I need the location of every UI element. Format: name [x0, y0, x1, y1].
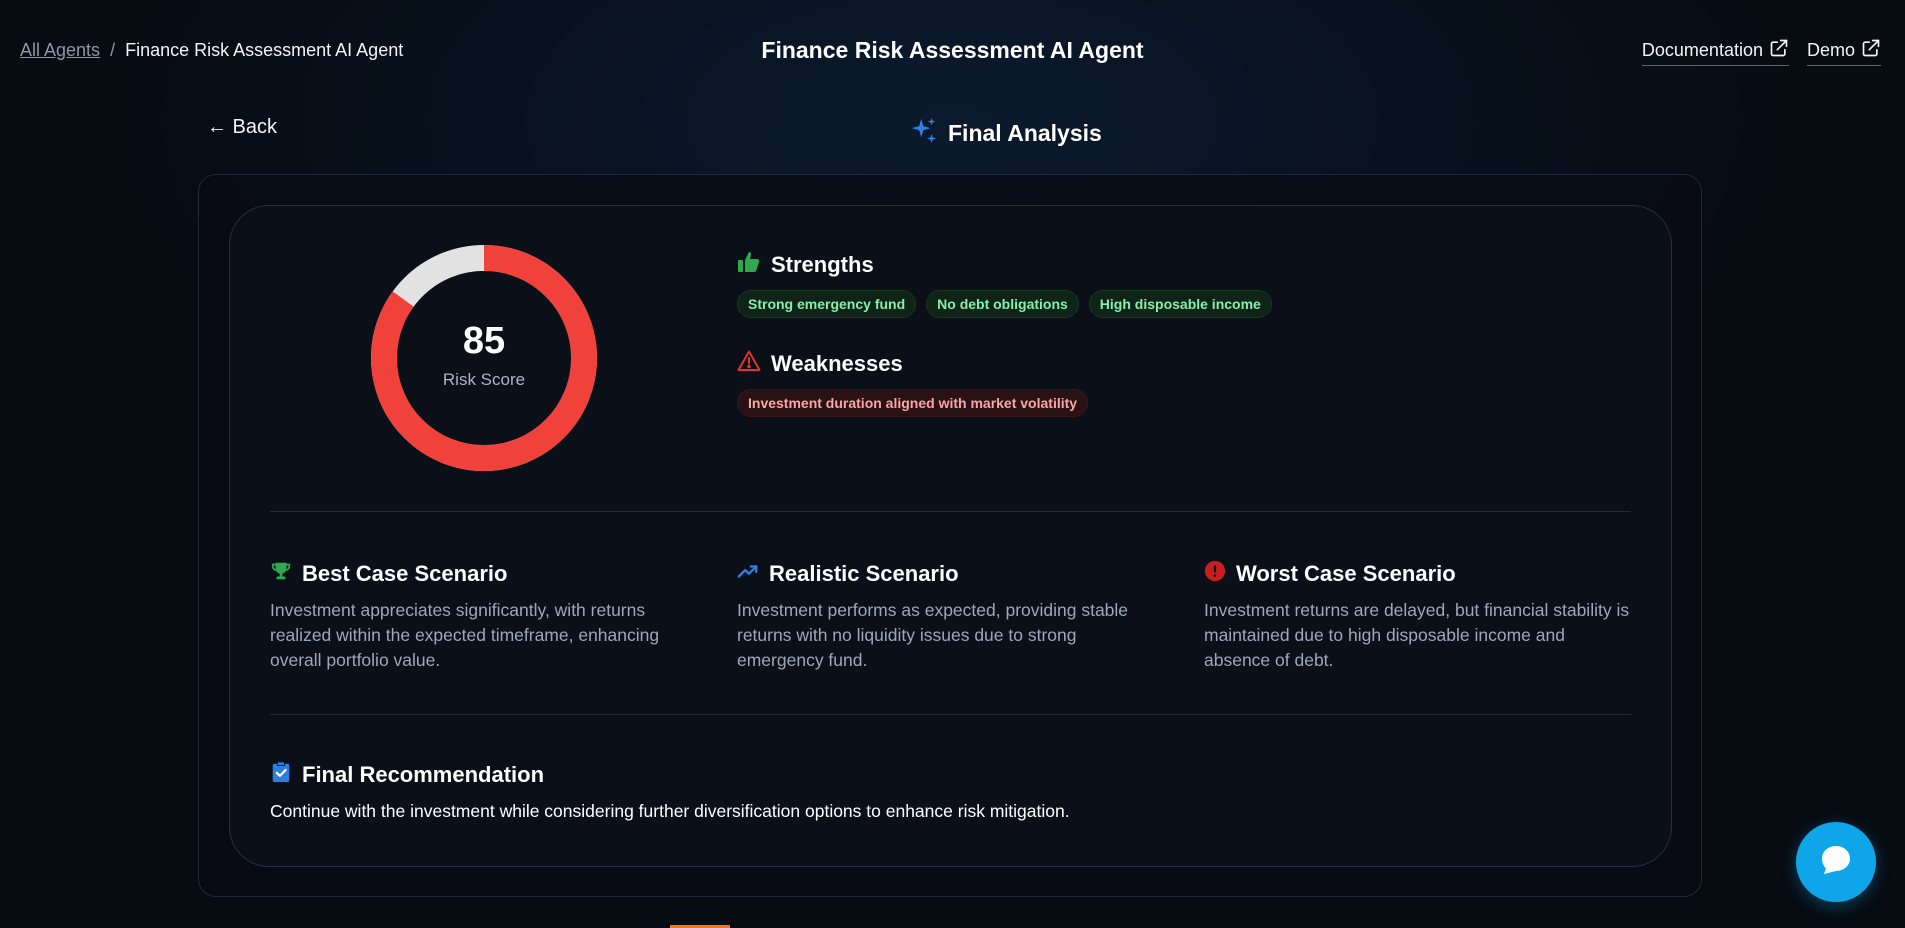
documentation-link-label: Documentation: [1641, 40, 1763, 60]
best-case-title: Best Case Scenario: [302, 561, 508, 586]
weaknesses-heading: Weaknesses: [737, 349, 903, 379]
top-links: Documentation Demo: [1641, 38, 1881, 66]
risk-score-value: 85: [462, 320, 506, 362]
section-title-text: Final Analysis: [948, 119, 1102, 146]
sparkles-icon: [910, 115, 940, 151]
realistic-text: Investment performs as expected, providi…: [737, 600, 1129, 670]
best-case-heading: Best Case Scenario: [270, 560, 507, 588]
recommendation-text: Continue with the investment while consi…: [270, 801, 1070, 821]
weaknesses-tags: Investment duration aligned with market …: [737, 389, 1089, 417]
thumbs-up-icon: [737, 250, 761, 280]
recommendation-heading: Final Recommendation: [270, 761, 544, 789]
realistic-title: Realistic Scenario: [769, 561, 959, 586]
strengths-tags: Strong emergency fund No debt obligation…: [737, 290, 1272, 318]
clipboard-check-icon: [270, 761, 292, 789]
worst-case-heading: Worst Case Scenario: [1204, 560, 1456, 588]
back-button[interactable]: ← Back: [207, 116, 277, 139]
breadcrumb-current: Finance Risk Assessment AI Agent: [125, 40, 404, 60]
worst-case-text: Investment returns are delayed, but fina…: [1204, 600, 1630, 670]
chat-bubble-icon: [1819, 843, 1853, 882]
breadcrumb: All Agents / Finance Risk Assessment AI …: [20, 40, 403, 61]
top-header: All Agents / Finance Risk Assessment AI …: [0, 0, 1905, 100]
risk-score-label: Risk Score: [442, 370, 526, 389]
warning-triangle-icon: [737, 349, 761, 379]
best-case-text: Investment appreciates significantly, wi…: [270, 600, 660, 670]
breadcrumb-separator: /: [110, 40, 116, 60]
documentation-link[interactable]: Documentation: [1641, 38, 1789, 66]
strength-tag: No debt obligations: [926, 290, 1079, 318]
divider: [270, 714, 1631, 715]
demo-link-label: Demo: [1806, 40, 1855, 60]
trending-up-icon: [737, 560, 759, 588]
external-link-icon: [1769, 38, 1789, 63]
recommendation-title: Final Recommendation: [302, 762, 545, 787]
external-link-icon: [1861, 38, 1881, 63]
weakness-tag: Investment duration aligned with market …: [737, 389, 1089, 417]
worst-case-title: Worst Case Scenario: [1236, 561, 1456, 586]
section-title: Final Analysis: [910, 115, 1102, 151]
strength-tag: Strong emergency fund: [737, 290, 917, 318]
strength-tag: High disposable income: [1088, 290, 1272, 318]
trophy-icon: [270, 560, 292, 588]
strengths-heading: Strengths: [737, 250, 874, 280]
chat-button[interactable]: [1796, 822, 1876, 902]
alert-circle-icon: [1204, 560, 1226, 588]
realistic-heading: Realistic Scenario: [737, 560, 959, 588]
strengths-title: Strengths: [771, 252, 874, 277]
breadcrumb-all-agents-link[interactable]: All Agents: [20, 40, 100, 61]
demo-link[interactable]: Demo: [1806, 38, 1881, 66]
divider: [270, 511, 1631, 512]
weaknesses-title: Weaknesses: [771, 351, 903, 376]
